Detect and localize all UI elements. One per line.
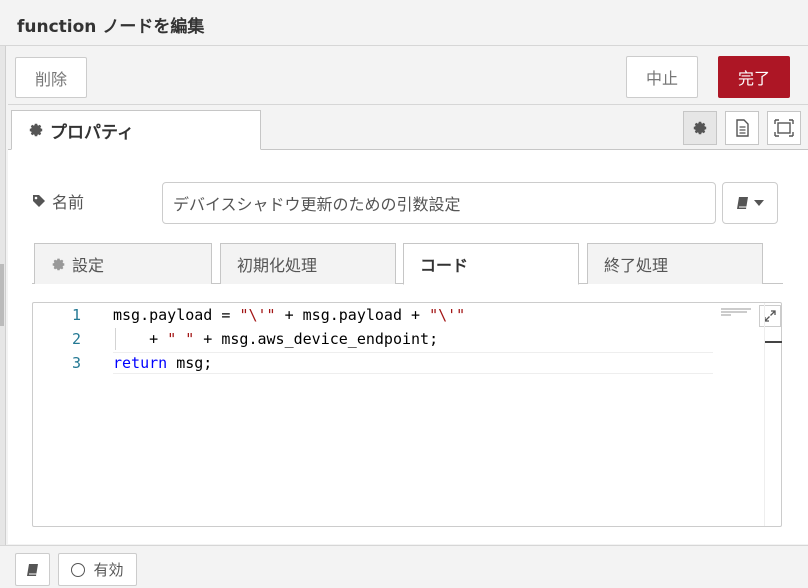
- dialog-title: function ノードを編集: [17, 17, 205, 37]
- editor-minimap[interactable]: [721, 303, 761, 316]
- tab-bar: プロパティ: [8, 108, 808, 150]
- tag-icon: [33, 195, 45, 207]
- cancel-button[interactable]: 中止: [626, 56, 698, 98]
- subtab-code[interactable]: コード: [403, 243, 579, 285]
- code-editor[interactable]: 1 msg.payload = "\'" + msg.payload + "\'…: [32, 302, 782, 527]
- code-line: 1 msg.payload = "\'" + msg.payload + "\'…: [33, 303, 713, 327]
- book-icon: [737, 197, 748, 209]
- radio-circle-icon: [71, 562, 86, 577]
- code-text: + " " + msg.aws_device_endpoint;: [113, 330, 439, 348]
- tab-properties[interactable]: プロパティ: [11, 110, 261, 150]
- dialog-footer: 有効: [0, 545, 808, 588]
- gear-icon: [29, 123, 43, 137]
- appearance-tab-button[interactable]: [767, 111, 801, 145]
- enabled-toggle[interactable]: 有効: [58, 553, 137, 586]
- dialog-title-bar: function ノードを編集: [0, 0, 808, 46]
- done-button[interactable]: 完了: [718, 56, 790, 98]
- name-input[interactable]: デバイスシャドウ更新のための引数設定: [162, 182, 716, 224]
- subtab-finalize[interactable]: 終了処理: [587, 243, 763, 284]
- function-subtabs: 設定 初期化処理 コード 終了処理: [32, 243, 783, 285]
- delete-button[interactable]: 削除: [15, 57, 87, 98]
- line-number: 2: [71, 330, 81, 348]
- code-line: 2 + " " + msg.aws_device_endpoint;: [33, 327, 713, 351]
- editor-scrollbar[interactable]: [764, 303, 782, 526]
- description-tab-button[interactable]: [725, 111, 759, 145]
- gear-icon: [52, 258, 65, 270]
- line-number: 3: [71, 354, 81, 372]
- frame-icon: [774, 119, 794, 137]
- code-line: 3 return msg;: [33, 351, 713, 375]
- code-text: return msg;: [113, 354, 213, 372]
- subtab-init[interactable]: 初期化処理: [220, 243, 396, 284]
- gear-icon: [693, 121, 707, 135]
- resize-handle[interactable]: [0, 264, 4, 326]
- library-button[interactable]: [722, 182, 778, 224]
- line-number: 1: [71, 306, 81, 324]
- name-label: 名前: [32, 189, 84, 213]
- toolbar-divider: [8, 104, 808, 105]
- subtab-setup[interactable]: 設定: [34, 243, 212, 284]
- code-text: msg.payload = "\'" + msg.payload + "\'": [113, 306, 466, 324]
- tab-properties-label: プロパティ: [50, 122, 134, 143]
- file-text-icon: [736, 119, 749, 137]
- book-icon: [26, 563, 38, 576]
- caret-down-icon: [754, 200, 764, 206]
- settings-tab-button[interactable]: [683, 111, 717, 145]
- node-help-button[interactable]: [15, 553, 50, 586]
